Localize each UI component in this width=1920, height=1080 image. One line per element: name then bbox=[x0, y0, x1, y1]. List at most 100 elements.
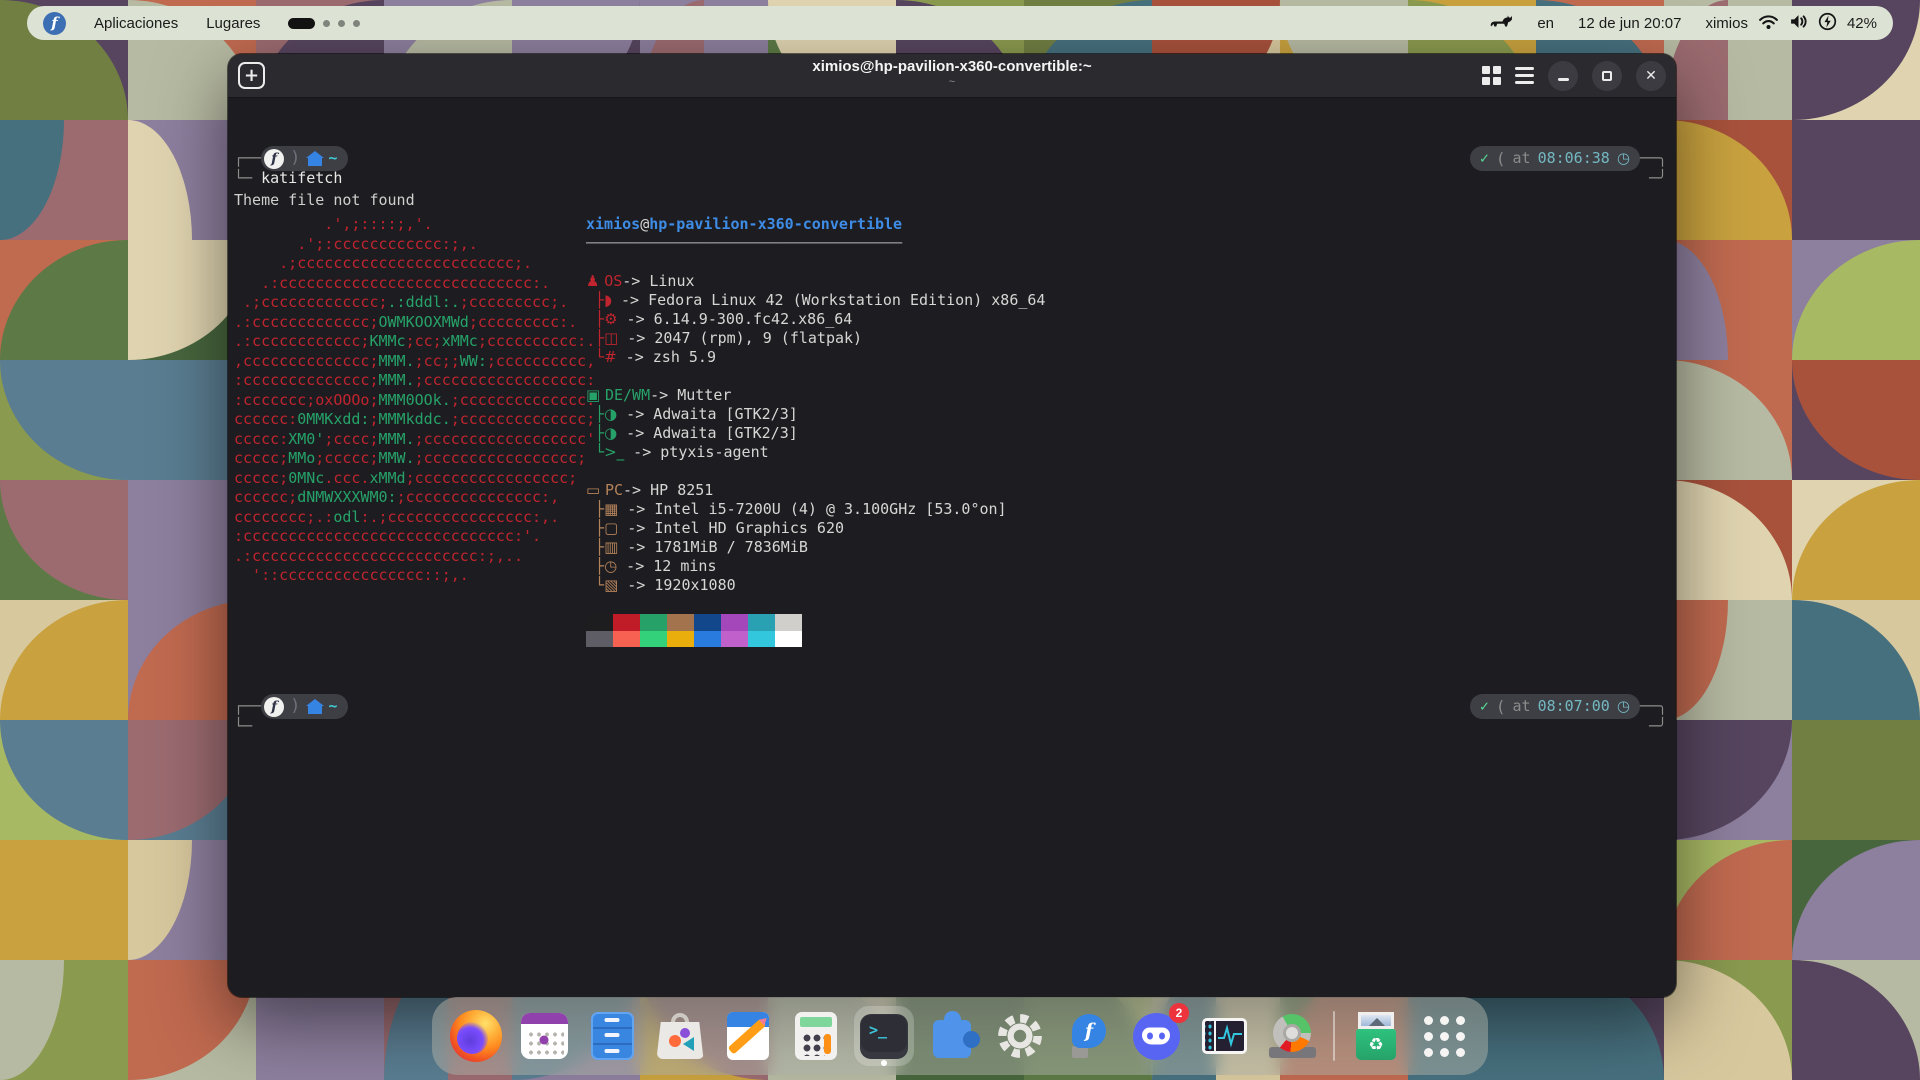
calculator-icon bbox=[795, 1012, 837, 1060]
prompt-status-pill: ✓ ( at 08:06:38 ◷ bbox=[1470, 146, 1640, 171]
fedora-logo-icon[interactable]: f bbox=[43, 12, 66, 35]
wallpaper-tile bbox=[1664, 120, 1792, 240]
palette-swatch bbox=[613, 631, 640, 648]
ascii-art-line: ccccc:XM0';cccc;MMM.;cccccccccccccccccc' bbox=[234, 430, 595, 450]
terminal-content[interactable]: ┌── f ) ~ ✓ ( at 08:06:38 ◷ ──╮ └─ bbox=[228, 98, 1676, 996]
ascii-art-line: .:cccccccccccc;KMMc;cc;xMMc;cccccccccc:. bbox=[234, 332, 595, 352]
wallpaper-tile bbox=[1664, 960, 1792, 1080]
wallpaper-tile bbox=[1792, 840, 1920, 960]
dock-item-files[interactable] bbox=[582, 1006, 642, 1066]
fetch-info-line: ├◑ -> Adwaita [GTK2/3] bbox=[586, 424, 1045, 443]
prompt-path-pill: f ) ~ bbox=[261, 694, 348, 719]
tab-overview-button[interactable] bbox=[1482, 66, 1501, 85]
wallpaper-tile bbox=[0, 120, 128, 240]
new-tab-button[interactable]: + bbox=[238, 62, 265, 89]
wallpaper-tile bbox=[1664, 360, 1792, 480]
fetch-info-line: ├◫ -> 2047 (rpm), 9 (flatpak) bbox=[586, 329, 1045, 348]
places-menu[interactable]: Lugares bbox=[206, 15, 260, 32]
ascii-art-line: cccccc;dNMWXXXWM0:;ccccccccccccccc:, bbox=[234, 488, 595, 508]
ascii-art-line: ,cccccccccccccc;MMM.;cc;;WW:;cccccccccc, bbox=[234, 352, 595, 372]
close-button[interactable]: ✕ bbox=[1636, 61, 1666, 91]
dock: >_ f2 ♻ bbox=[432, 997, 1488, 1075]
dock-item-system-monitor[interactable] bbox=[1194, 1006, 1254, 1066]
palette-swatch bbox=[667, 614, 694, 631]
maximize-button[interactable] bbox=[1592, 61, 1622, 91]
dock-item-text-editor[interactable] bbox=[718, 1006, 778, 1066]
workspace-active-pill[interactable] bbox=[288, 18, 315, 29]
fetch-info-line: ├▦ -> Intel i5-7200U (4) @ 3.100GHz [53.… bbox=[586, 500, 1045, 519]
palette-swatch bbox=[748, 631, 775, 648]
prompt-line: ┌── f ) ~ ✓ ( at 08:07:00 ◷ ──╮ bbox=[234, 694, 1667, 719]
home-icon bbox=[308, 706, 322, 714]
window-title: ximios@hp-pavilion-x360-convertible:~ bbox=[228, 58, 1676, 75]
ascii-art-line: .:cccccccccccccccccccccccccccc:. bbox=[234, 274, 595, 294]
dock-separator bbox=[1333, 1011, 1335, 1061]
workspace-dot[interactable] bbox=[323, 20, 330, 27]
wallpaper-tile bbox=[1664, 240, 1792, 360]
dock-item-software[interactable] bbox=[650, 1006, 710, 1066]
palette-swatch bbox=[586, 614, 613, 631]
palette-swatch bbox=[775, 631, 802, 648]
ascii-art-line: :cccccccccccccc;MMM.;cccccccccccccccccc: bbox=[234, 371, 595, 391]
fetch-info: ximios@hp-pavilion-x360-convertible─────… bbox=[586, 215, 1045, 647]
palette-swatch bbox=[640, 614, 667, 631]
workspace-indicator[interactable] bbox=[288, 18, 360, 29]
battery-percentage: 42% bbox=[1847, 15, 1877, 32]
wallpaper-tile bbox=[0, 360, 128, 480]
clock-icon: ◷ bbox=[1617, 149, 1630, 168]
dock-item-media-writer[interactable]: f bbox=[1058, 1006, 1118, 1066]
prompt-time: 08:07:00 bbox=[1538, 697, 1610, 716]
files-icon bbox=[591, 1012, 634, 1060]
dock-item-calendar[interactable] bbox=[514, 1006, 574, 1066]
wallpaper-tile bbox=[1792, 600, 1920, 720]
terminal-window: + ximios@hp-pavilion-x360-convertible:~ … bbox=[228, 54, 1676, 997]
minimize-button[interactable] bbox=[1548, 61, 1578, 91]
app-grid-icon bbox=[1424, 1016, 1465, 1057]
ascii-art-line: .';:cccccccccccc:;,. bbox=[234, 235, 595, 255]
dock-item-extensions[interactable] bbox=[922, 1006, 982, 1066]
disks-icon bbox=[1269, 1014, 1316, 1058]
fetch-info-line bbox=[586, 253, 1045, 272]
battery-charging-icon bbox=[1818, 12, 1837, 35]
menu-button[interactable] bbox=[1515, 67, 1534, 84]
fetch-info-line: ├◗ -> Fedora Linux 42 (Workstation Editi… bbox=[586, 291, 1045, 310]
ascii-art-line: .',;::::;,'. bbox=[234, 215, 595, 235]
dock-item-app-grid[interactable] bbox=[1414, 1006, 1474, 1066]
prompt-time: 08:06:38 bbox=[1538, 149, 1610, 168]
dock-item-firefox[interactable] bbox=[446, 1006, 506, 1066]
dock-item-terminal[interactable]: >_ bbox=[854, 1006, 914, 1066]
workspace-dot[interactable] bbox=[353, 20, 360, 27]
keyboard-layout-indicator[interactable]: en bbox=[1537, 15, 1554, 32]
dock-item-discord[interactable]: 2 bbox=[1126, 1006, 1186, 1066]
dock-item-trash[interactable]: ♻ bbox=[1346, 1006, 1406, 1066]
palette-swatch bbox=[667, 631, 694, 648]
wallpaper-tile bbox=[1664, 600, 1792, 720]
dock-item-calculator[interactable] bbox=[786, 1006, 846, 1066]
cat-tray-icon[interactable] bbox=[1489, 13, 1513, 34]
window-titlebar[interactable]: + ximios@hp-pavilion-x360-convertible:~ … bbox=[228, 54, 1676, 98]
system-monitor-icon bbox=[1202, 1018, 1247, 1054]
time-label: at bbox=[1513, 697, 1531, 716]
prompt-input-line[interactable]: └─ ─╯ bbox=[234, 717, 1667, 736]
fetch-info-line: ximios@hp-pavilion-x360-convertible bbox=[586, 215, 1045, 234]
wallpaper-tile bbox=[0, 720, 128, 840]
fetch-info-line bbox=[586, 595, 1045, 614]
fedora-prompt-icon: f bbox=[264, 149, 284, 169]
ascii-art-line: ccccc;MMo;ccccc;MMW.;ccccccccccccccccc; bbox=[234, 449, 595, 469]
fetch-info-line: ├⚙ -> 6.14.9-300.fc42.x86_64 bbox=[586, 310, 1045, 329]
dock-item-disks[interactable] bbox=[1262, 1006, 1322, 1066]
fetch-ascii-art: .',;::::;,'. .';:cccccccccccc:;,. .;cccc… bbox=[234, 215, 595, 586]
trash-icon: ♻ bbox=[1356, 1012, 1396, 1060]
palette-swatch bbox=[721, 614, 748, 631]
fetch-info-line: ├◷ -> 12 mins bbox=[586, 557, 1045, 576]
wallpaper-tile bbox=[0, 600, 128, 720]
ascii-art-line: :cccccccccccccccccccccccccccccc:'. bbox=[234, 527, 595, 547]
dock-item-settings[interactable] bbox=[990, 1006, 1050, 1066]
terminal-color-palette-row-2 bbox=[586, 631, 1045, 648]
workspace-dot[interactable] bbox=[338, 20, 345, 27]
applications-menu[interactable]: Aplicaciones bbox=[94, 15, 178, 32]
fetch-info-line: └▧ -> 1920x1080 bbox=[586, 576, 1045, 595]
system-status-area[interactable]: ximios 42% bbox=[1705, 12, 1877, 35]
home-icon bbox=[308, 158, 322, 166]
clock[interactable]: 12 de jun 20:07 bbox=[1578, 15, 1681, 32]
